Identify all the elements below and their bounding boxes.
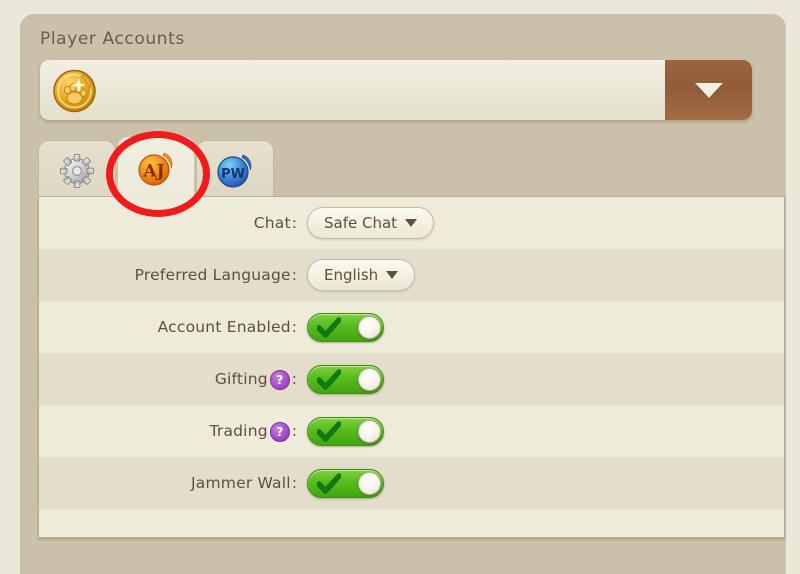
setting-label-preferred-language: Preferred Language: xyxy=(134,266,297,284)
chat-dropdown-value: Safe Chat xyxy=(324,214,398,232)
question-mark-icon[interactable]: ? xyxy=(269,370,290,390)
setting-row-trading: Trading?: xyxy=(39,405,784,457)
question-mark-icon[interactable]: ? xyxy=(269,422,290,442)
aj-logo-icon: AJ xyxy=(136,149,176,189)
check-icon xyxy=(316,368,342,391)
chat-dropdown[interactable]: Safe Chat xyxy=(307,207,435,239)
svg-text:AJ: AJ xyxy=(142,161,164,181)
tab-settings[interactable] xyxy=(38,140,116,198)
tab-play-wild[interactable]: PW PW xyxy=(196,140,274,198)
caret-down-icon xyxy=(386,271,399,279)
account-selector[interactable] xyxy=(40,60,752,120)
setting-row-chat: Chat: Safe Chat xyxy=(39,197,784,249)
tab-animal-jam[interactable]: AJ AJ xyxy=(117,136,195,198)
gear-icon xyxy=(57,151,97,191)
jammer-wall-toggle[interactable] xyxy=(307,468,384,498)
toggle-knob xyxy=(358,471,381,495)
toggle-knob xyxy=(358,419,381,443)
toggle-knob xyxy=(358,367,381,391)
setting-row-gifting: Gifting?: xyxy=(39,353,784,405)
pw-logo-icon: PW xyxy=(215,151,255,191)
account-settings-list: Chat: Safe Chat Preferred Language: Engl… xyxy=(38,196,785,538)
gifting-toggle[interactable] xyxy=(307,364,384,394)
setting-label-chat: Chat: xyxy=(253,214,297,232)
preferred-language-dropdown[interactable]: English xyxy=(307,259,416,291)
svg-text:PW: PW xyxy=(221,167,245,182)
setting-label-jammer-wall: Jammer Wall: xyxy=(191,474,297,492)
toggle-knob xyxy=(358,315,381,339)
setting-row-account-enabled: Account Enabled: xyxy=(39,301,784,353)
caret-down-icon xyxy=(405,219,418,227)
setting-row-preferred-language: Preferred Language: English xyxy=(39,249,784,301)
setting-row-jammer-wall: Jammer Wall: xyxy=(39,457,784,509)
setting-label-trading: Trading?: xyxy=(209,422,297,442)
player-accounts-panel: Player Accounts AJ PW Chat: Safe Chat P… xyxy=(20,14,786,574)
paw-badge-icon xyxy=(52,68,97,113)
caret-down-icon xyxy=(694,83,723,98)
account-dropdown-button[interactable] xyxy=(665,60,752,120)
check-icon xyxy=(316,472,342,495)
setting-label-account-enabled: Account Enabled: xyxy=(157,318,297,336)
page-title: Player Accounts xyxy=(40,29,185,49)
check-icon xyxy=(316,316,342,339)
check-icon xyxy=(316,420,342,443)
setting-label-gifting: Gifting?: xyxy=(214,370,297,390)
preferred-language-value: English xyxy=(324,266,379,284)
trading-toggle[interactable] xyxy=(307,416,384,446)
account-enabled-toggle[interactable] xyxy=(307,312,384,342)
